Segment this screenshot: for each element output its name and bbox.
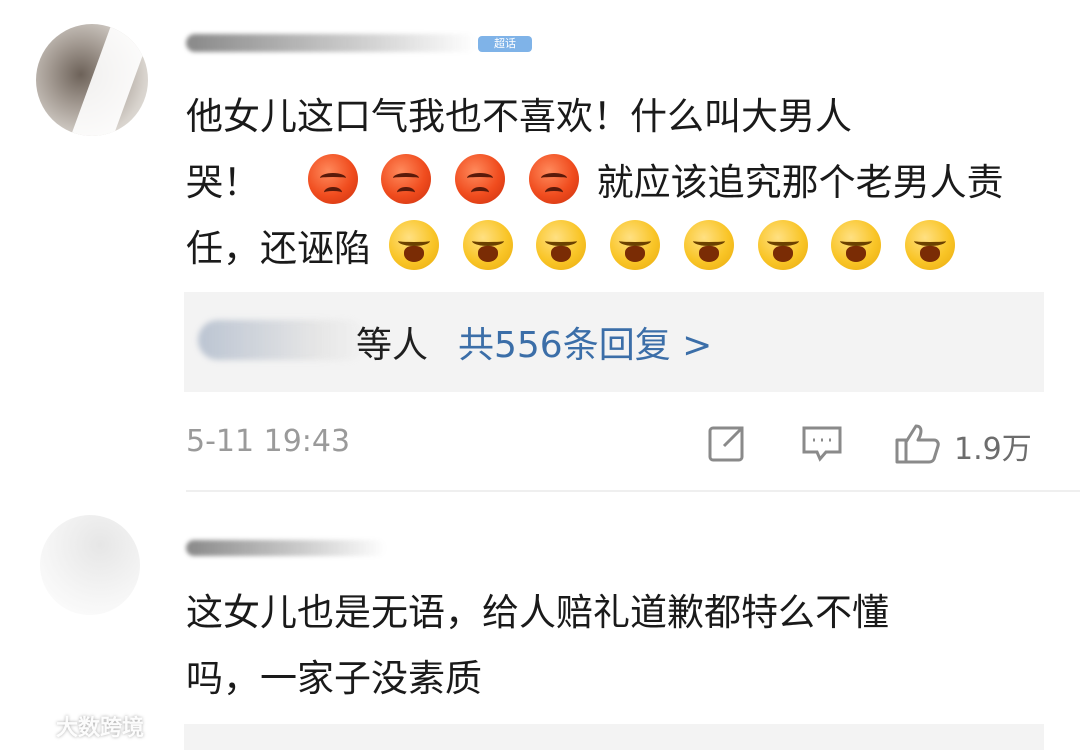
username-blurred[interactable] xyxy=(186,540,386,556)
divider xyxy=(186,490,1080,492)
comment-actions: 5-11 19:43 1.9万 xyxy=(186,418,1046,468)
angry-emoji-icon xyxy=(381,154,432,204)
share-icon[interactable] xyxy=(706,422,748,468)
shout-emoji-icon xyxy=(462,220,513,270)
shout-emoji-icon xyxy=(905,220,956,270)
watermark: 大数跨境 xyxy=(10,710,144,742)
user-badge: 超话 xyxy=(478,36,532,52)
angry-emoji-icon xyxy=(307,154,358,204)
reply-users-suffix: 等人 xyxy=(356,325,429,366)
comment-line: 任，还诬陷 xyxy=(186,216,1046,282)
comment-fragment: 任，还诬陷 xyxy=(186,227,371,270)
comment-line: 这女儿也是无语，给人赔礼道歉都特么不懂 xyxy=(186,591,889,634)
view-replies-link[interactable]: 共556条回复 > xyxy=(458,316,712,368)
reply-users-blurred xyxy=(198,320,368,360)
shout-emoji-icon xyxy=(610,220,661,270)
comment-fragment: 哭！ xyxy=(186,161,260,204)
comment-line: 吗，一家子没素质 xyxy=(186,657,482,700)
like-count: 1.9万 xyxy=(954,432,1032,467)
thumbs-up-icon[interactable] xyxy=(894,422,942,470)
shout-emoji-icon xyxy=(536,220,587,270)
comment-line: 他女儿这口气我也不喜欢！什么叫大男人 xyxy=(186,95,852,138)
avatar[interactable] xyxy=(40,515,140,615)
avatar[interactable] xyxy=(36,24,148,136)
username-blurred[interactable] xyxy=(186,34,476,52)
angry-emoji-icon xyxy=(528,154,579,204)
angry-emoji-icon xyxy=(455,154,506,204)
watermark-text: 大数跨境 xyxy=(56,716,145,741)
watermark-logo-icon xyxy=(12,717,50,736)
shout-emoji-icon xyxy=(683,220,734,270)
comment-icon[interactable] xyxy=(800,422,844,468)
shout-emoji-icon xyxy=(757,220,808,270)
comment-text: 他女儿这口气我也不喜欢！什么叫大男人 哭！ 就应该追究那个老男人责 任，还诬陷 xyxy=(186,84,1046,282)
comment-line: 哭！ 就应该追究那个老男人责 xyxy=(186,150,1046,216)
comment-fragment: 就应该追究那个老男人责 xyxy=(596,161,1004,204)
shout-emoji-icon xyxy=(831,220,882,270)
comment-text: 这女儿也是无语，给人赔礼道歉都特么不懂 吗，一家子没素质 xyxy=(186,580,1046,712)
shout-emoji-icon xyxy=(388,220,439,270)
timestamp: 5-11 19:43 xyxy=(186,424,351,459)
replies-preview[interactable] xyxy=(184,724,1044,750)
replies-preview[interactable]: 等人 共556条回复 > xyxy=(184,292,1044,392)
